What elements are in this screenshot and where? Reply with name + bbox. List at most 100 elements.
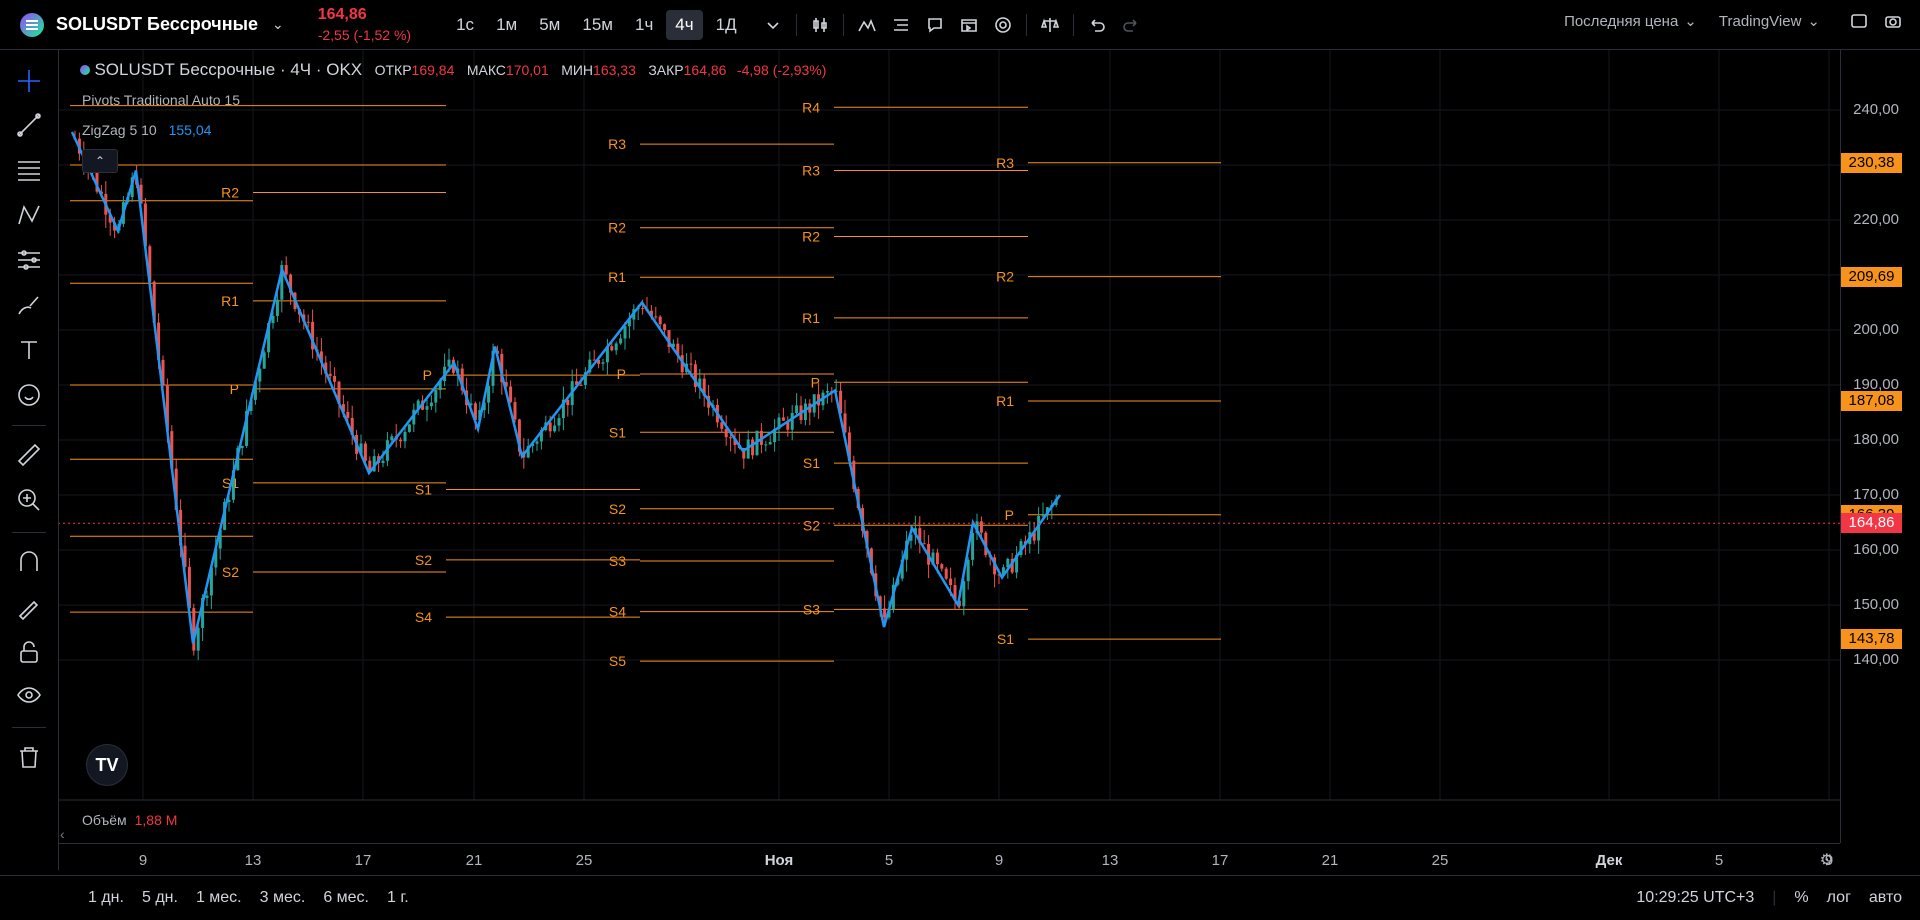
candle-body xyxy=(513,402,517,420)
indicators-icon[interactable] xyxy=(850,8,884,42)
text-tool-icon[interactable] xyxy=(14,335,44,365)
range-1d[interactable]: 1 дн. xyxy=(88,889,124,907)
clock[interactable]: 10:29:25 UTC+3 xyxy=(1636,889,1754,907)
candle-body xyxy=(883,608,887,618)
pivot-label: R3 xyxy=(802,163,820,179)
eye-icon[interactable] xyxy=(14,680,44,710)
pivots-indicator-label[interactable]: Pivots Traditional Auto 15 xyxy=(82,92,240,108)
price-type-dropdown[interactable]: Последняя цена xyxy=(1564,13,1678,30)
candle-body xyxy=(654,316,658,318)
chevron-down-icon[interactable]: ⌄ xyxy=(1807,12,1820,30)
candle-body xyxy=(949,578,953,586)
collapse-arrow-icon[interactable]: ‹ xyxy=(60,826,65,842)
symbol-name[interactable]: SOLUSDT Бессрочные xyxy=(56,14,258,35)
timeframe-4h[interactable]: 4ч xyxy=(666,9,703,40)
time-tick: 17 xyxy=(354,852,372,869)
timeframe-1h[interactable]: 1ч xyxy=(626,10,662,40)
trash-icon[interactable] xyxy=(14,742,44,772)
templates-icon[interactable] xyxy=(884,8,918,42)
time-tick: 5 xyxy=(884,852,894,869)
fullscreen-icon[interactable] xyxy=(1842,4,1876,38)
pivot-label: S2 xyxy=(222,564,239,580)
axis-settings-gear-icon[interactable]: ⚙ xyxy=(1820,850,1834,870)
zigzag-value: 155,04 xyxy=(168,122,212,138)
time-axis[interactable]: 9 13 17 21 25 Ноя 5 9 13 17 21 25 Дек 5 9 ⚙ xyxy=(58,843,1840,876)
candle-body xyxy=(328,373,332,376)
pattern-icon[interactable] xyxy=(14,200,44,230)
percent-toggle[interactable]: % xyxy=(1794,889,1808,907)
zoom-in-icon[interactable] xyxy=(14,485,44,515)
replay-icon[interactable] xyxy=(952,8,986,42)
time-tick: 21 xyxy=(465,852,483,869)
range-6m[interactable]: 6 мес. xyxy=(323,889,369,907)
magnet-icon[interactable] xyxy=(14,547,44,577)
forecast-icon[interactable] xyxy=(14,245,44,275)
chevron-down-icon[interactable]: ⌄ xyxy=(1684,12,1697,30)
divider xyxy=(842,13,844,36)
timeframe-1s[interactable]: 1с xyxy=(447,10,483,40)
price-tick: 220,00 xyxy=(1853,211,1899,228)
compare-scale-icon[interactable] xyxy=(1033,8,1067,42)
undo-icon[interactable] xyxy=(1080,8,1114,42)
candle-body xyxy=(790,412,794,430)
trend-line-icon[interactable] xyxy=(14,110,44,140)
fib-retracement-icon[interactable] xyxy=(14,155,44,185)
legend-title[interactable]: SOLUSDT Бессрочные · 4Ч · OKX xyxy=(94,60,362,79)
timeframe-5m[interactable]: 5м xyxy=(530,10,569,40)
candle-body xyxy=(663,324,667,331)
price-change: -2,55 (-1,52 %) xyxy=(317,26,412,43)
timeframe-selector: 1с 1м 5м 15м 1ч 4ч 1Д xyxy=(447,9,749,40)
pivot-label: R2 xyxy=(802,229,820,245)
divider xyxy=(12,727,46,728)
redo-icon[interactable] xyxy=(1114,8,1148,42)
pivot-label: S3 xyxy=(609,553,626,569)
timeframe-1d[interactable]: 1Д xyxy=(707,10,746,40)
candle-body xyxy=(205,595,209,598)
timeframe-1m[interactable]: 1м xyxy=(487,10,526,40)
candle-body xyxy=(434,389,438,403)
pivot-label: S2 xyxy=(415,552,432,568)
bottom-toolbar: 1 дн. 5 дн. 1 мес. 3 мес. 6 мес. 1 г. 10… xyxy=(0,875,1920,920)
timeframe-15m[interactable]: 15м xyxy=(573,10,622,40)
emoji-icon[interactable] xyxy=(14,380,44,410)
time-tick: 5 xyxy=(1714,852,1724,869)
candles-icon[interactable] xyxy=(803,8,837,42)
collapse-legend-button[interactable]: ⌃ xyxy=(82,149,118,173)
price-tick: 170,00 xyxy=(1853,486,1899,503)
range-5d[interactable]: 5 дн. xyxy=(142,889,178,907)
pivot-label: S1 xyxy=(415,482,432,498)
tradingview-logo-icon[interactable]: TV xyxy=(86,744,128,786)
lock-drawing-icon[interactable] xyxy=(14,592,44,622)
pivot-label: S3 xyxy=(803,601,820,617)
chevron-down-icon[interactable]: ⌄ xyxy=(272,16,284,33)
settings-gear-icon[interactable] xyxy=(986,8,1020,42)
low-label: МИН xyxy=(561,62,594,78)
crosshair-icon[interactable] xyxy=(14,66,44,96)
pivot-label: P xyxy=(230,381,239,397)
range-1m[interactable]: 1 мес. xyxy=(196,889,242,907)
alert-icon[interactable] xyxy=(918,8,952,42)
drawing-toolbar: ‹ xyxy=(0,50,65,870)
price-chart[interactable]: R4 R3 R2 R1 P S1 S2 S3 R2 R1 P S1 S2 P S1 S2 S4 R3 R2 R1 P S1… xyxy=(0,0,1920,919)
range-1y[interactable]: 1 г. xyxy=(387,889,409,907)
bar-change: -4,98 (-2,93%) xyxy=(736,62,827,78)
log-toggle[interactable]: лог xyxy=(1827,889,1851,907)
screenshot-camera-icon[interactable] xyxy=(1876,4,1910,38)
auto-toggle[interactable]: авто xyxy=(1869,889,1902,907)
brush-icon[interactable] xyxy=(14,290,44,320)
broker-dropdown[interactable]: TradingView xyxy=(1719,13,1802,30)
ruler-icon[interactable] xyxy=(14,440,44,470)
pivot-label: S1 xyxy=(609,424,626,440)
zigzag-indicator-legend[interactable]: ZigZag 5 10 155,04 xyxy=(82,122,211,138)
candle-body xyxy=(619,338,623,344)
pivot-label: R1 xyxy=(802,310,820,326)
time-tick: 13 xyxy=(244,852,262,869)
time-tick: 9 xyxy=(138,852,148,869)
candle-body xyxy=(729,437,733,439)
candle-body xyxy=(610,346,614,351)
timeframe-dropdown-icon[interactable] xyxy=(756,8,790,42)
candle-body xyxy=(548,422,552,432)
lock-icon[interactable] xyxy=(14,637,44,667)
range-3m[interactable]: 3 мес. xyxy=(260,889,306,907)
candle-body xyxy=(275,299,279,316)
